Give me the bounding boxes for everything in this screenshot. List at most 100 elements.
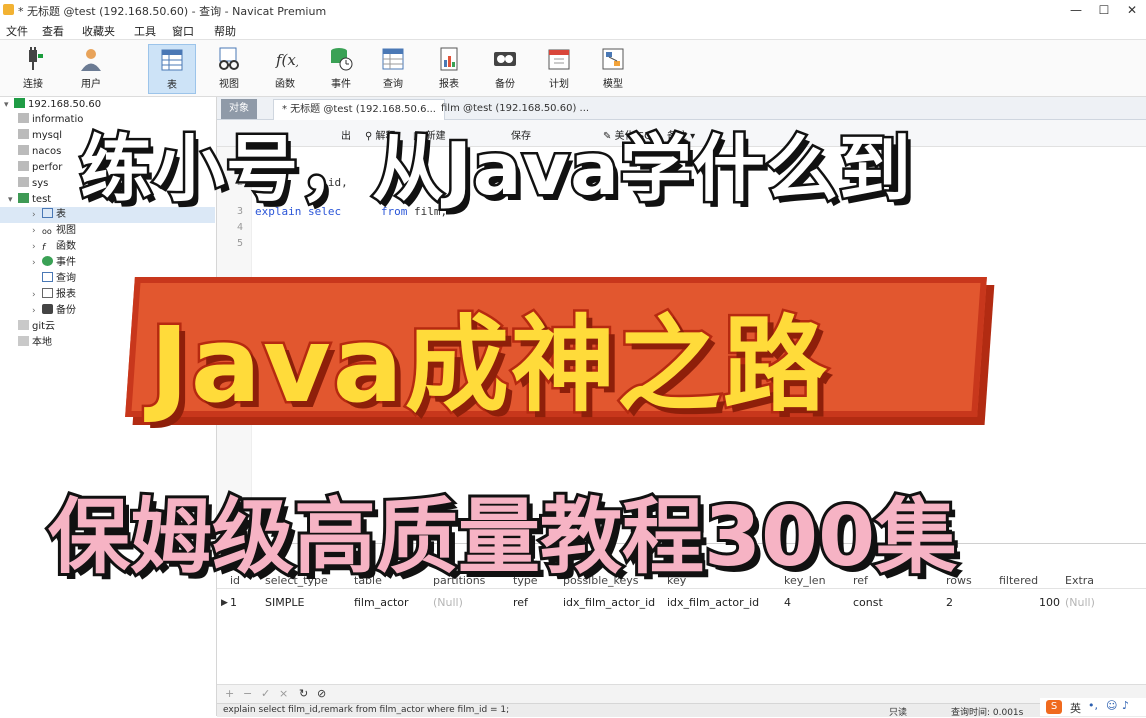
table-icon (42, 208, 53, 218)
delete-record-button[interactable]: − (243, 687, 252, 700)
nav-test-reports[interactable]: › 报表 (32, 287, 76, 303)
nav-test-functions[interactable]: › f 函数 (32, 239, 76, 255)
cloud-connection-icon (18, 320, 29, 330)
result-cell[interactable]: (Null) (1065, 596, 1095, 609)
expand-arrow-icon[interactable]: › (32, 207, 42, 223)
menu-favorites[interactable]: 收藏夹 (82, 23, 115, 39)
result-cell[interactable]: ref (513, 596, 528, 609)
menu-help[interactable]: 帮助 (214, 23, 236, 39)
expand-arrow-icon[interactable]: › (32, 287, 42, 303)
nav-item-label: 本地 (32, 337, 52, 348)
ime-toolbar[interactable]: S 英 •, ☺ ♪ (1040, 698, 1146, 716)
connect-button[interactable]: 连接 (10, 44, 56, 92)
nav-item-label: 事件 (56, 257, 76, 268)
ime-language[interactable]: 英 (1070, 700, 1081, 716)
model-label: 模型 (603, 79, 623, 90)
svg-text:f(x): f(x) (275, 51, 298, 69)
result-cell[interactable]: idx_film_actor_id (563, 596, 655, 609)
nav-database-nacos[interactable]: nacos (18, 144, 61, 160)
apply-changes-button[interactable]: ✓ (261, 687, 270, 700)
event-button[interactable]: 事件 (318, 44, 364, 92)
server-icon (14, 98, 25, 108)
nav-database-label: nacos (32, 146, 62, 157)
sogou-ime-icon[interactable]: S (1046, 700, 1062, 714)
column-header[interactable]: Extra (1065, 574, 1094, 587)
maximize-button[interactable]: ☐ (1090, 0, 1118, 20)
plug-icon (29, 47, 43, 70)
schedule-label: 计划 (549, 79, 569, 90)
backup-icon (42, 304, 53, 314)
result-cell[interactable]: 100 (1039, 596, 1060, 609)
table-label: 表 (167, 80, 177, 91)
model-icon (602, 48, 624, 70)
discard-changes-button[interactable]: × (279, 687, 288, 700)
result-cell[interactable]: film_actor (354, 596, 409, 609)
expand-arrow-icon[interactable]: › (32, 239, 42, 255)
glasses-icon: oo (42, 227, 52, 236)
record-navigation-bar: + − ✓ × ↻ ⊘ (217, 684, 1146, 703)
nav-item-label: 查询 (56, 273, 76, 284)
window-title: * 无标题 @test (192.168.50.60) - 查询 - Navic… (18, 5, 327, 18)
result-cell[interactable]: idx_film_actor_id (667, 596, 759, 609)
nav-database-test[interactable]: ▾ test (8, 192, 51, 208)
table-button[interactable]: 表 (148, 44, 196, 94)
menu-file[interactable]: 文件 (6, 23, 28, 39)
stop-button[interactable]: ⊘ (317, 687, 326, 700)
database-icon (18, 177, 29, 187)
report-button[interactable]: 报表 (426, 44, 472, 92)
backup-button[interactable]: 备份 (482, 44, 528, 92)
event-icon (331, 48, 353, 71)
close-button[interactable]: ✕ (1118, 0, 1146, 20)
function-button[interactable]: f(x) 函数 (262, 44, 308, 92)
menu-tools[interactable]: 工具 (134, 23, 156, 39)
table-icon (161, 49, 183, 71)
nav-database-information[interactable]: informatio (18, 112, 83, 128)
nav-database-label: mysql (32, 130, 62, 141)
line-number: 5 (236, 238, 243, 249)
expand-arrow-icon[interactable]: › (32, 303, 42, 319)
event-label: 事件 (331, 79, 351, 90)
nav-database-label: test (32, 194, 52, 205)
schedule-button[interactable]: 计划 (536, 44, 582, 92)
query-button[interactable]: 查询 (370, 44, 416, 92)
nav-git-cloud[interactable]: git云 (18, 319, 55, 335)
result-cell[interactable]: 2 (946, 596, 953, 609)
emoji-icon[interactable]: ☺ (1106, 699, 1117, 712)
function-icon: f(x) (275, 51, 298, 69)
database-icon (18, 161, 29, 171)
voice-icon[interactable]: ♪ (1122, 699, 1129, 712)
query-label: 查询 (383, 79, 403, 90)
punctuation-icon[interactable]: •, (1088, 699, 1098, 712)
column-header[interactable]: filtered (999, 574, 1038, 587)
nav-database-label: sys (32, 178, 49, 189)
expand-arrow-icon[interactable]: › (32, 255, 42, 271)
result-cell[interactable]: 1 (230, 596, 237, 609)
nav-connection-label: 192.168.50.60 (28, 99, 102, 110)
nav-test-events[interactable]: › 事件 (32, 255, 76, 271)
nav-test-queries[interactable]: 查询 (42, 271, 76, 287)
nav-test-views[interactable]: › oo 视图 (32, 223, 76, 239)
add-record-button[interactable]: + (225, 687, 234, 700)
menu-view[interactable]: 查看 (42, 23, 64, 39)
menu-window[interactable]: 窗口 (172, 23, 194, 39)
nav-item-label: git云 (32, 321, 56, 332)
nav-test-backups[interactable]: › 备份 (32, 303, 76, 319)
result-cell[interactable]: 4 (784, 596, 791, 609)
model-button[interactable]: 模型 (590, 44, 636, 92)
refresh-button[interactable]: ↻ (299, 687, 308, 700)
nav-database-performance[interactable]: perfor (18, 160, 62, 176)
result-cell[interactable]: SIMPLE (265, 596, 304, 609)
result-cell[interactable]: const (853, 596, 883, 609)
expand-arrow-icon[interactable]: › (32, 223, 42, 239)
nav-local[interactable]: 本地 (18, 335, 52, 351)
view-button[interactable]: 视图 (206, 44, 252, 92)
collapse-arrow-icon[interactable]: ▾ (8, 192, 18, 208)
collapse-arrow-icon[interactable]: ▾ (4, 97, 14, 113)
nav-database-mysql[interactable]: mysql (18, 128, 62, 144)
current-row-marker-icon: ▶ (221, 598, 228, 608)
nav-database-sys[interactable]: sys (18, 176, 48, 192)
result-cell[interactable]: (Null) (433, 596, 463, 609)
nav-item-label: 表 (56, 209, 66, 220)
user-button[interactable]: 用户 (68, 44, 114, 92)
minimize-button[interactable]: — (1062, 0, 1090, 20)
